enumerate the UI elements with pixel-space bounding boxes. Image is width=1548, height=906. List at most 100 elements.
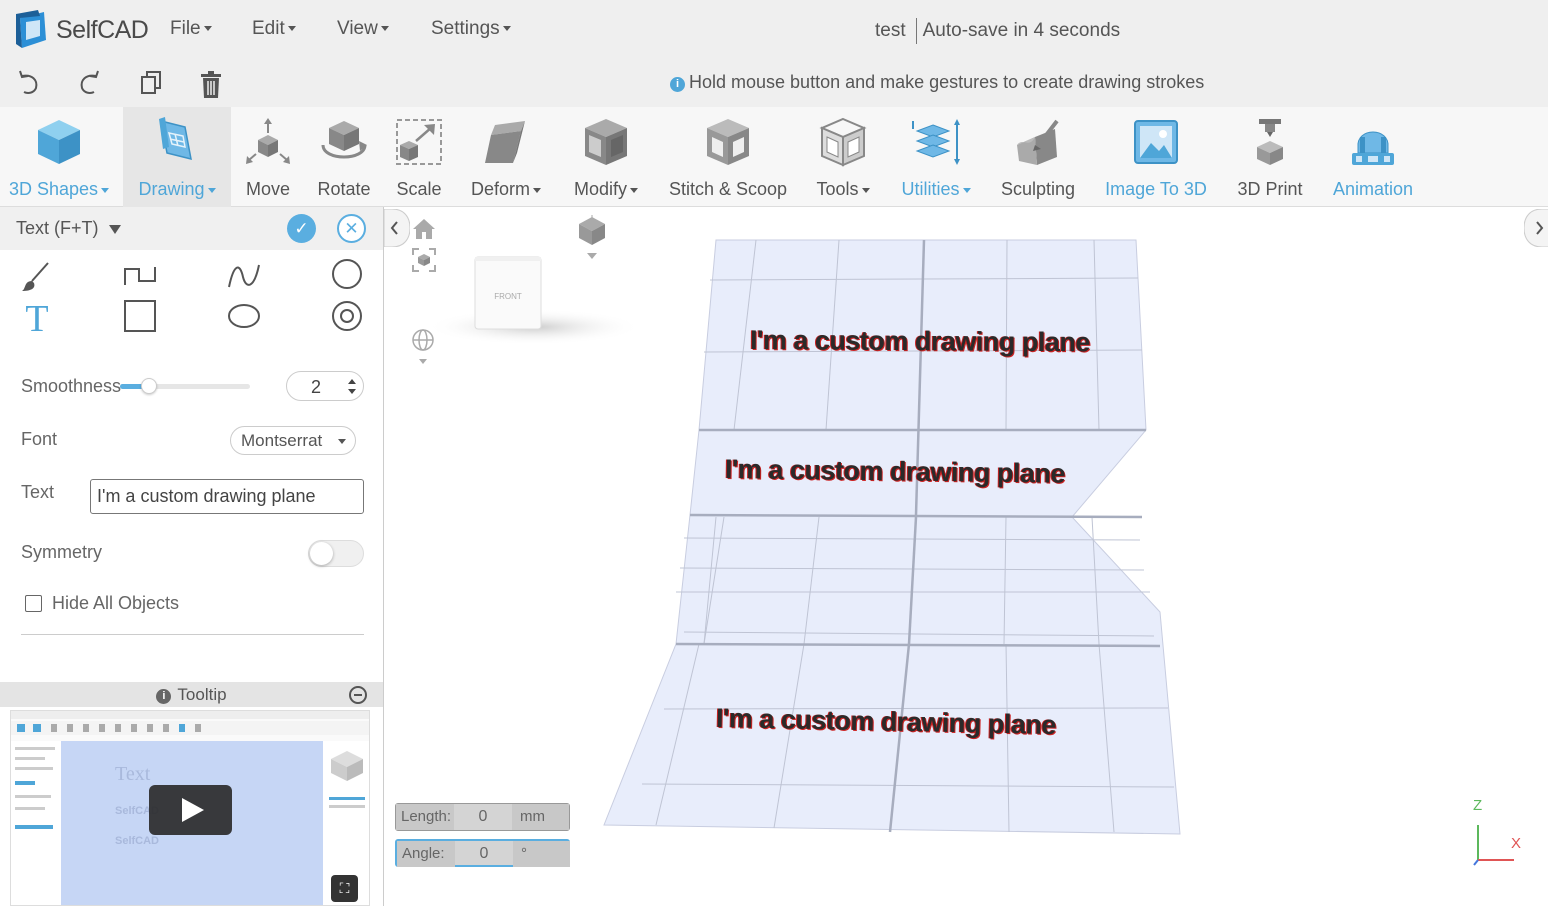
image-icon — [1134, 120, 1178, 164]
main-toolbar: 3D Shapes Drawing Move Rotate Scale Defo… — [0, 107, 1548, 207]
redo-icon[interactable] — [78, 70, 102, 96]
text-label: Text — [21, 482, 55, 502]
tool-image-to-3d[interactable]: Image To 3D — [1097, 107, 1215, 207]
smoothness-slider-handle[interactable] — [140, 378, 157, 394]
cube-icon — [38, 120, 80, 164]
modify-icon — [585, 119, 627, 165]
curve-icon[interactable] — [226, 259, 262, 293]
action-bar: i Hold mouse button and make gestures to … — [0, 60, 1548, 107]
plane-text-2[interactable]: I'm a custom drawing plane — [725, 454, 1065, 490]
tooltip-video[interactable]: Text SelfCAD SelfCAD ⛶ — [10, 710, 370, 906]
brush-icon[interactable] — [20, 259, 54, 293]
length-field[interactable]: Length: 0 mm — [395, 803, 570, 831]
stitch-icon — [707, 119, 749, 165]
video-text-big: Text — [115, 763, 151, 785]
collapse-tooltip-button[interactable] — [349, 686, 367, 704]
move-icon — [246, 118, 290, 164]
length-value[interactable]: 0 — [454, 804, 512, 830]
gesture-hint: i Hold mouse button and make gestures to … — [670, 72, 1204, 93]
view-cube-front-label[interactable]: FRONT — [494, 292, 522, 301]
angle-unit: ° — [513, 841, 570, 867]
smoothness-slider[interactable] — [120, 378, 250, 394]
tool-deform[interactable]: Deform — [462, 107, 550, 207]
copy-icon[interactable] — [140, 70, 162, 96]
printer-icon — [1257, 119, 1283, 165]
app-logo[interactable]: SelfCAD — [14, 10, 149, 50]
home-view-icon[interactable] — [412, 217, 436, 241]
smoothness-stepper[interactable]: 2 — [286, 371, 364, 401]
tool-animation[interactable]: Animation — [1322, 107, 1424, 207]
tools-icon — [819, 117, 867, 167]
panel-divider — [21, 634, 364, 635]
tool-3d-shapes[interactable]: 3D Shapes — [0, 107, 118, 207]
step-up-icon[interactable] — [348, 379, 356, 384]
expand-right-panel-button[interactable] — [1524, 209, 1548, 247]
undo-icon[interactable] — [16, 70, 40, 96]
sculpting-icon — [1017, 119, 1059, 165]
tool-drawing[interactable]: Drawing — [123, 107, 231, 207]
video-preview-panel — [11, 741, 61, 905]
drawing-icon — [159, 117, 192, 161]
tool-utilities[interactable]: Utilities — [892, 107, 980, 207]
drawing-panel: Text (F+T) ✓ ✕ T Smoothness 2 Font Monts… — [0, 207, 384, 906]
document-title: test Auto-save in 4 seconds — [875, 18, 1120, 44]
play-button[interactable] — [149, 785, 232, 835]
tool-move[interactable]: Move — [236, 107, 300, 207]
tool-scale[interactable]: Scale — [388, 107, 450, 207]
confirm-button[interactable]: ✓ — [287, 214, 316, 243]
fullscreen-button[interactable]: ⛶ — [331, 875, 358, 902]
utilities-icon — [912, 119, 960, 165]
tool-stitch-scoop[interactable]: Stitch & Scoop — [662, 107, 794, 207]
app-name: SelfCAD — [56, 15, 149, 44]
axis-z-label: Z — [1473, 797, 1483, 814]
document-name[interactable]: test — [875, 20, 906, 41]
deform-icon — [485, 121, 525, 163]
ellipse-icon[interactable] — [226, 302, 262, 330]
trash-icon[interactable] — [200, 70, 222, 100]
angle-label: Angle: — [397, 841, 455, 867]
symmetry-toggle[interactable] — [308, 540, 364, 567]
close-icon: ✕ — [344, 219, 359, 238]
hide-all-objects-label[interactable]: Hide All Objects — [52, 593, 179, 614]
menu-settings[interactable]: Settings — [431, 18, 511, 40]
rotate-icon — [321, 121, 367, 159]
info-icon: i — [156, 689, 172, 704]
3d-viewport[interactable]: FRONT I'm a custom drawing plane I'm a c… — [384, 207, 1548, 906]
animation-icon — [1352, 131, 1394, 165]
tooltip-title: i Tooltip — [0, 685, 383, 705]
plane-text-1[interactable]: I'm a custom drawing plane — [750, 325, 1090, 358]
tool-modify[interactable]: Modify — [565, 107, 647, 207]
check-icon: ✓ — [294, 219, 309, 238]
smoothness-value[interactable]: 2 — [287, 377, 345, 398]
menu-view[interactable]: View — [337, 18, 389, 40]
text-input[interactable] — [90, 479, 364, 514]
drawing-plane[interactable] — [594, 232, 1194, 842]
tool-mode-dropdown[interactable]: Text (F+T) — [16, 218, 121, 239]
tool-tools[interactable]: Tools — [806, 107, 880, 207]
length-unit: mm — [512, 804, 569, 830]
smoothness-label: Smoothness — [21, 376, 122, 396]
triangle-down-icon — [108, 224, 121, 234]
font-select-value: Montserrat — [241, 431, 323, 450]
step-down-icon[interactable] — [348, 389, 356, 394]
collapse-left-panel-button[interactable] — [384, 209, 410, 247]
tool-3d-print[interactable]: 3D Print — [1230, 107, 1310, 207]
ring-icon[interactable] — [330, 299, 364, 333]
scale-icon — [396, 119, 442, 165]
hide-all-objects-checkbox[interactable] — [25, 595, 42, 612]
angle-field[interactable]: Angle: 0 ° — [395, 839, 570, 867]
tool-rotate[interactable]: Rotate — [309, 107, 379, 207]
square-icon[interactable] — [123, 299, 157, 333]
step-line-icon[interactable] — [122, 261, 158, 291]
selfcad-logo-icon — [16, 10, 46, 48]
tool-sculpting[interactable]: Sculpting — [994, 107, 1082, 207]
info-icon: i — [670, 77, 685, 92]
toggle-knob — [310, 542, 333, 565]
circle-icon[interactable] — [330, 257, 364, 291]
menu-file[interactable]: File — [170, 18, 212, 40]
angle-value[interactable]: 0 — [455, 841, 513, 867]
font-select[interactable]: Montserrat — [230, 426, 356, 455]
menu-edit[interactable]: Edit — [252, 18, 296, 40]
text-icon[interactable]: T — [20, 299, 54, 335]
cancel-button[interactable]: ✕ — [337, 214, 366, 243]
